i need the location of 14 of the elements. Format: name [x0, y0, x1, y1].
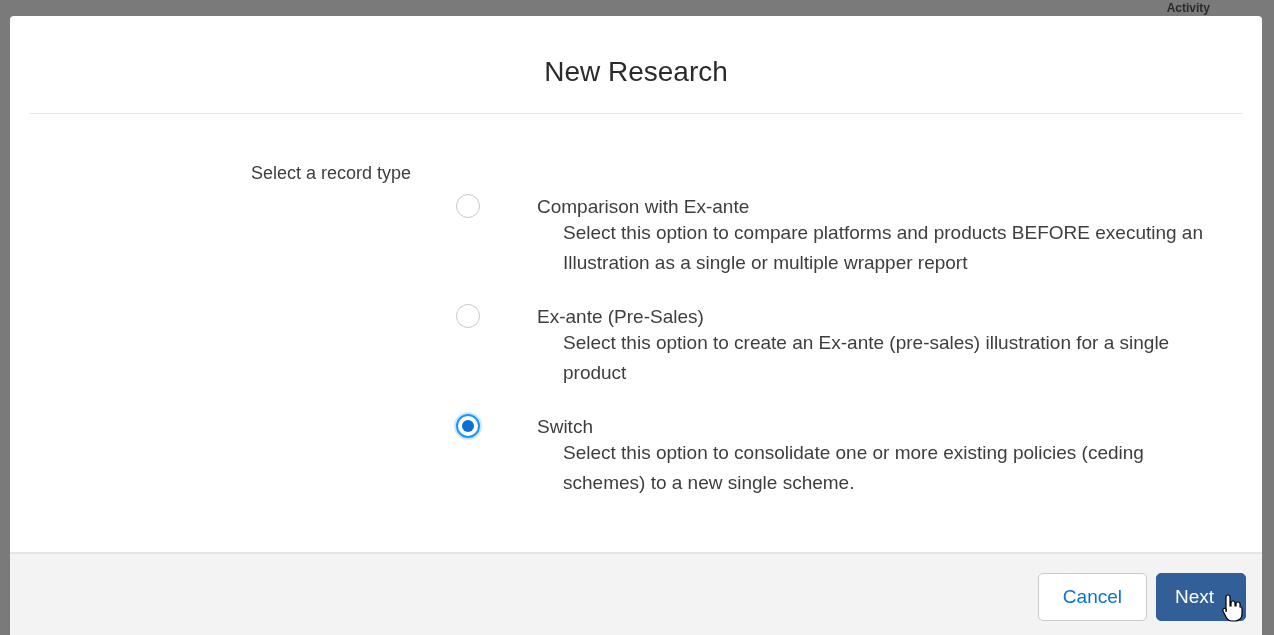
next-button[interactable]: Next [1156, 573, 1246, 621]
prompt-label: Select a record type [251, 162, 412, 185]
radio-button[interactable] [456, 194, 480, 218]
option-description: Select this option to create an Ex-ante (pre-sales) illustration for a single product [563, 331, 1171, 385]
option-description: Select this option to compare platforms and products BEFORE executing an Illustration as a single or multiple wrapper report [563, 221, 1204, 275]
radio-button[interactable] [456, 304, 480, 328]
background-heading: Activity [1166, 0, 1210, 16]
cancel-button[interactable]: Cancel [1037, 573, 1147, 621]
modal-title: New Research [544, 55, 728, 89]
option-label[interactable]: Comparison with Ex-ante [537, 196, 1228, 218]
option-label[interactable]: Ex-ante (Pre-Sales) [537, 306, 1228, 328]
option-description: Select this option to consolidate one or more existing policies (ceding schemes) to a new single scheme. [563, 441, 1145, 495]
option-label[interactable]: Switch [537, 416, 1228, 438]
radio-button[interactable] [456, 414, 480, 438]
